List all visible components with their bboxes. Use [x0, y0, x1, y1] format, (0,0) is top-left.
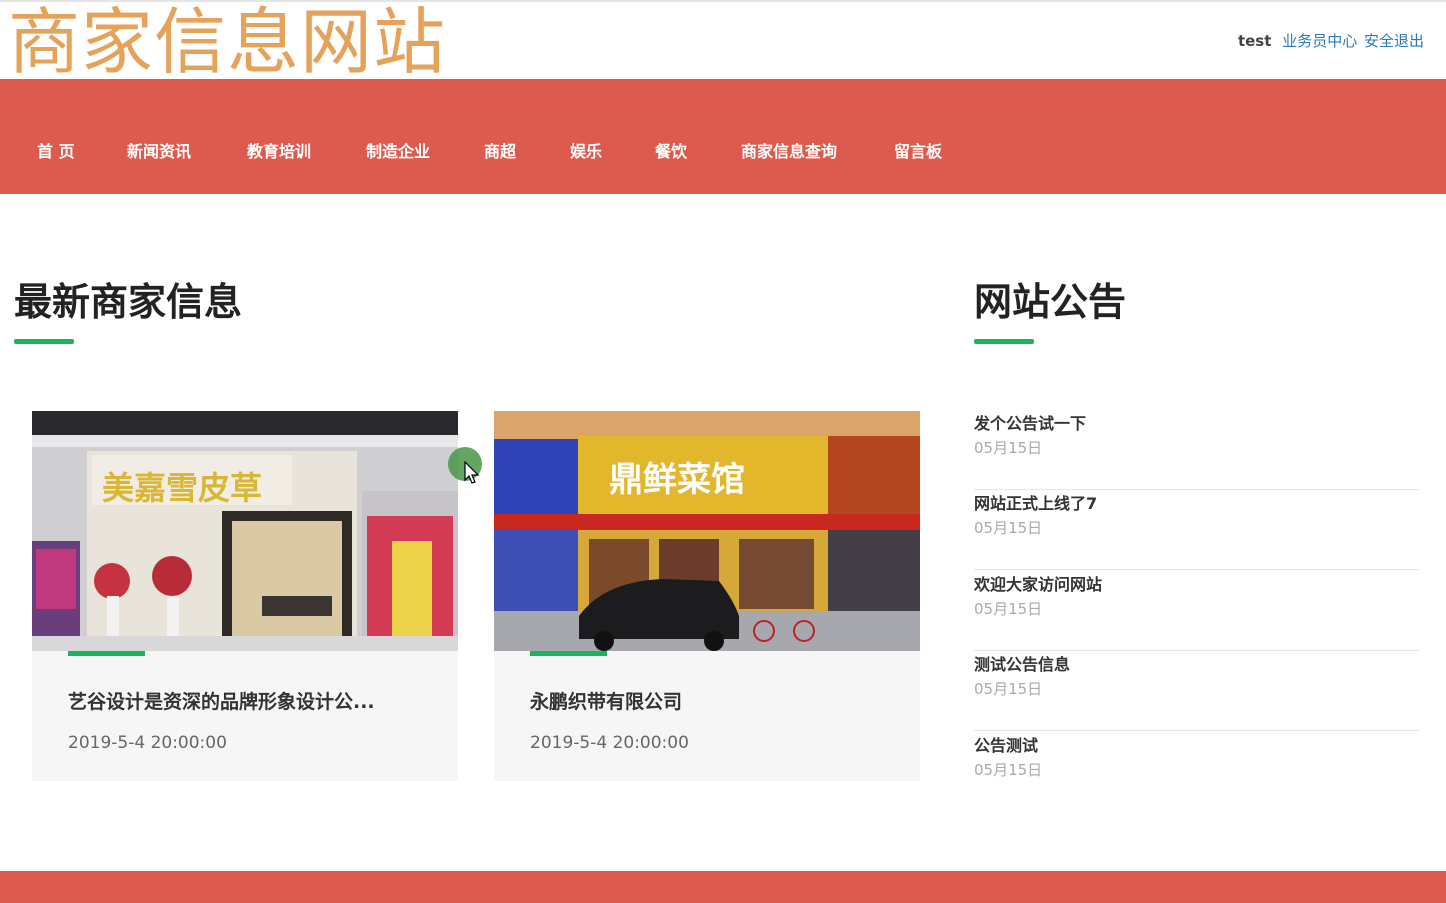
notice-date: 05月15日: [974, 600, 1043, 618]
notice-date: 05月15日: [974, 761, 1043, 779]
card-date: 2019-5-4 20:00:00: [68, 733, 227, 753]
notice-item[interactable]: 网站正式上线了7 05月15日: [974, 490, 1419, 570]
nav-item-manufacturing[interactable]: 制造企业: [366, 79, 430, 194]
merchants-section-title: 最新商家信息: [14, 280, 243, 324]
nav-item-education[interactable]: 教育培训: [247, 79, 311, 194]
nav-item-message-board[interactable]: 留言板: [894, 79, 942, 194]
card-title[interactable]: 艺谷设计是资深的品牌形象设计公...: [68, 687, 428, 714]
notice-title[interactable]: 公告测试: [974, 732, 1038, 756]
user-center-link[interactable]: 业务员中心: [1282, 32, 1357, 50]
notice-item[interactable]: 测试公告信息 05月15日: [974, 651, 1419, 731]
notice-item[interactable]: 欢迎大家访问网站 05月15日: [974, 571, 1419, 651]
notices-section-title: 网站公告: [974, 280, 1127, 324]
nav-item-home[interactable]: 首 页: [37, 79, 75, 194]
notice-date: 05月15日: [974, 519, 1043, 537]
merchant-card[interactable]: 美嘉雪皮草 艺谷设计是资深的品牌形象设计公... 2019-5-4 20:00:…: [32, 411, 458, 781]
card-accent-bar: [530, 651, 607, 656]
merchant-card[interactable]: 鼎鲜菜馆 永鹏织带有限公司 2019-5-4 20:00:00: [494, 411, 920, 781]
nav-item-entertainment[interactable]: 娱乐: [570, 79, 602, 194]
notice-item[interactable]: 公告测试 05月15日: [974, 732, 1419, 812]
notice-title[interactable]: 网站正式上线了7: [974, 490, 1097, 514]
card-title[interactable]: 永鹏织带有限公司: [530, 687, 890, 714]
notice-title[interactable]: 欢迎大家访问网站: [974, 571, 1102, 595]
notice-item[interactable]: 发个公告试一下 05月15日: [974, 410, 1419, 490]
logout-link[interactable]: 安全退出: [1364, 32, 1424, 50]
nav-item-news[interactable]: 新闻资讯: [127, 79, 191, 194]
notice-title[interactable]: 发个公告试一下: [974, 410, 1086, 434]
merchant-photo[interactable]: 美嘉雪皮草: [32, 411, 458, 651]
nav-item-merchant-search[interactable]: 商家信息查询: [741, 79, 837, 194]
notices-title-underline: [974, 339, 1034, 344]
nav-item-dining[interactable]: 餐饮: [655, 79, 687, 194]
mouse-cursor-icon: [464, 461, 480, 484]
notice-date: 05月15日: [974, 439, 1043, 457]
footer-bar: [0, 871, 1446, 903]
photo-sign-text: 美嘉雪皮草: [102, 469, 262, 507]
site-title: 商家信息网站: [8, 0, 447, 84]
nav-item-supermarket[interactable]: 商超: [484, 79, 516, 194]
username-label: test: [1237, 32, 1272, 50]
notice-date: 05月15日: [974, 680, 1043, 698]
merchants-title-underline: [14, 339, 74, 344]
merchant-photo[interactable]: 鼎鲜菜馆: [494, 411, 920, 651]
user-bar: test 业务员中心 安全退出: [1238, 30, 1424, 51]
notice-title[interactable]: 测试公告信息: [974, 651, 1070, 675]
photo-sign-text: 鼎鲜菜馆: [609, 460, 745, 500]
main-nav: 首 页 新闻资讯 教育培训 制造企业 商超 娱乐 餐饮 商家信息查询 留言板: [0, 79, 1446, 194]
card-accent-bar: [68, 651, 145, 656]
card-date: 2019-5-4 20:00:00: [530, 733, 689, 753]
